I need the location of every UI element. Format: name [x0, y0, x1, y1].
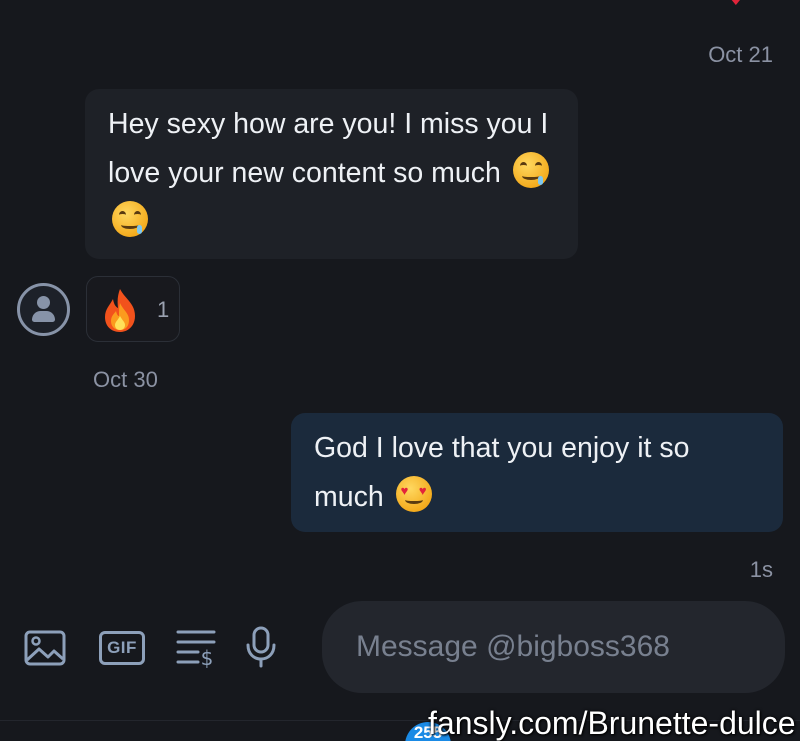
- drooling-face-icon: [112, 201, 148, 237]
- incoming-message-bubble[interactable]: Hey sexy how are you! I miss you I love …: [85, 89, 578, 259]
- message-input[interactable]: [322, 601, 785, 693]
- user-body-shape: [32, 311, 55, 322]
- drooling-face-icon: [512, 152, 549, 188]
- svg-text:$: $: [201, 646, 214, 668]
- watermark: fansly.com/Brunette-dulce: [428, 705, 796, 741]
- gif-icon[interactable]: GIF: [99, 631, 145, 665]
- microphone-icon[interactable]: [245, 626, 277, 668]
- avatar[interactable]: [17, 283, 70, 336]
- message-text: Hey sexy how are you! I miss you I love …: [108, 108, 549, 189]
- message-timestamp: 1s: [749, 557, 773, 582]
- date-separator: Oct 21: [708, 42, 773, 67]
- message-text: God I love that you enjoy it so much: [314, 432, 690, 513]
- heart-icon: ♥: [726, 0, 748, 10]
- date-separator: Oct 30: [93, 367, 158, 392]
- user-head-shape: [37, 296, 50, 309]
- tip-menu-icon[interactable]: $: [176, 628, 218, 668]
- fire-icon: [105, 289, 135, 332]
- reaction-chip[interactable]: 1: [86, 276, 180, 342]
- heart-eyes-face-icon: ♥ ♥: [395, 476, 432, 512]
- reaction-count: 1: [157, 297, 170, 322]
- image-icon[interactable]: [24, 630, 66, 666]
- outgoing-message-bubble[interactable]: God I love that you enjoy it so much ♥ ♥: [291, 413, 783, 532]
